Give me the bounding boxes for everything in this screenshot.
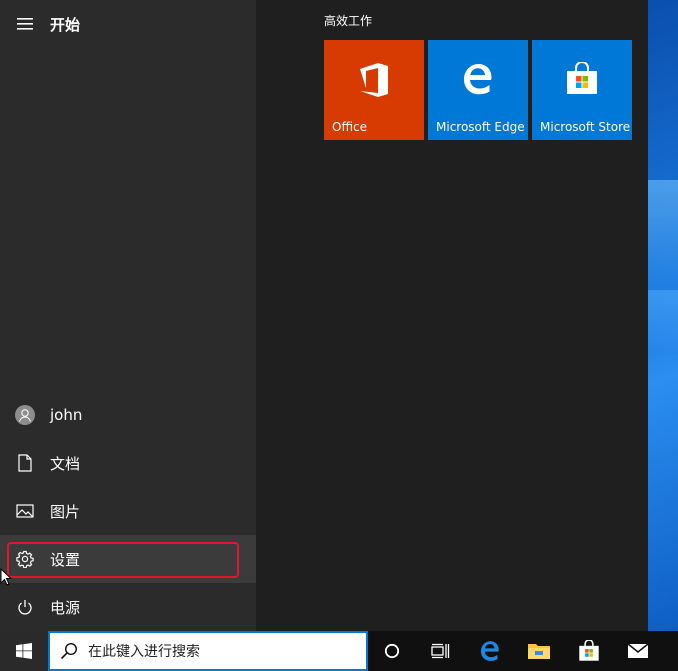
search-icon (50, 642, 88, 660)
start-header-label: 开始 (50, 15, 81, 34)
settings-highlight-box (7, 542, 239, 578)
windows-start-icon (16, 643, 32, 659)
power-label: 电源 (50, 598, 81, 617)
pictures-button[interactable]: 图片 (0, 487, 256, 535)
store-icon (579, 640, 599, 661)
desktop-wallpaper (648, 0, 678, 631)
start-left-rail: 开始 john 文档 图片 设置 电源 (0, 0, 256, 631)
mouse-cursor-icon (0, 568, 12, 586)
search-placeholder: 在此键入进行搜索 (88, 644, 200, 660)
user-name: john (50, 406, 83, 424)
edge-icon (428, 62, 528, 96)
tile-office[interactable]: Office (324, 40, 424, 140)
wallpaper-light-ray (648, 290, 678, 355)
office-icon (324, 62, 424, 98)
task-view-button[interactable] (416, 631, 464, 671)
documents-label: 文档 (50, 454, 81, 473)
taskbar: 在此键入进行搜索 (0, 631, 678, 671)
store-icon (532, 62, 632, 96)
edge-icon (480, 641, 499, 661)
windows-start-button[interactable] (0, 631, 48, 671)
cortana-icon (384, 643, 400, 659)
start-menu-expand-button[interactable]: 开始 (0, 0, 256, 48)
start-menu: 开始 john 文档 图片 设置 电源 高效工作 Office Microsof… (0, 0, 648, 631)
user-account-button[interactable]: john (0, 391, 256, 439)
document-icon (0, 454, 50, 472)
mail-button[interactable] (614, 631, 662, 671)
user-avatar-icon (0, 405, 50, 425)
wallpaper-light-ray (648, 180, 678, 290)
taskbar-store-button[interactable] (565, 631, 613, 671)
task-view-icon (431, 643, 450, 659)
tile-group-title: 高效工作 (324, 14, 373, 28)
taskbar-edge-button[interactable] (466, 631, 514, 671)
cortana-button[interactable] (368, 631, 416, 671)
file-explorer-icon (528, 644, 550, 659)
tile-store-label: Microsoft Store (540, 120, 631, 134)
tile-microsoft-store[interactable]: Microsoft Store (532, 40, 632, 140)
power-button[interactable]: 电源 (0, 583, 256, 631)
power-icon (0, 599, 50, 616)
taskbar-search-box[interactable]: 在此键入进行搜索 (48, 631, 368, 671)
picture-icon (0, 504, 50, 518)
hamburger-icon (0, 18, 50, 30)
tile-office-label: Office (332, 120, 368, 134)
documents-button[interactable]: 文档 (0, 439, 256, 487)
mail-icon (627, 643, 649, 658)
tile-edge-label: Microsoft Edge (436, 120, 525, 134)
tile-microsoft-edge[interactable]: Microsoft Edge (428, 40, 528, 140)
pictures-label: 图片 (50, 502, 81, 521)
file-explorer-button[interactable] (515, 631, 563, 671)
